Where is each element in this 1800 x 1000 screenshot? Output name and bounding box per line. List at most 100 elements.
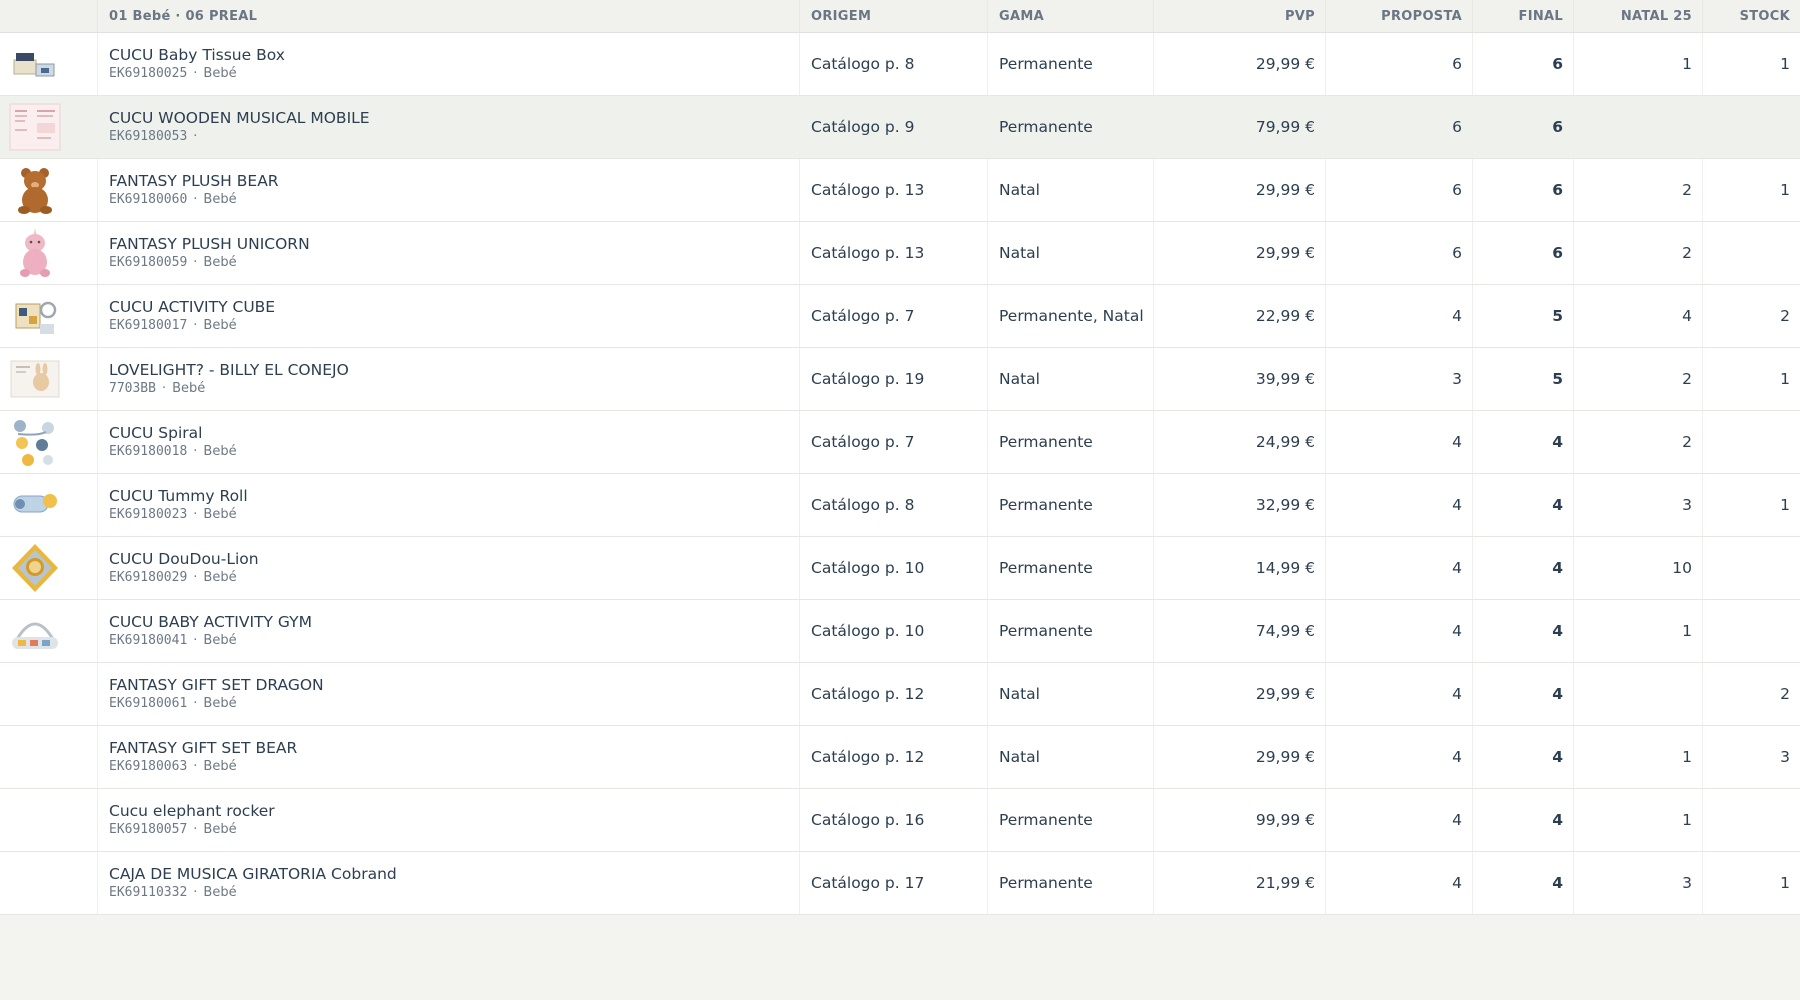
col-final-header[interactable]: FINAL	[1473, 0, 1574, 32]
product-category: Bebé	[203, 885, 237, 900]
natal-cell[interactable]: 2	[1574, 348, 1703, 410]
product-thumbnail	[0, 33, 98, 95]
table-row[interactable]: FANTASY GIFT SET BEAR EK69180063 · Bebé Catá…	[0, 726, 1800, 789]
proposta-cell: 4	[1326, 789, 1473, 851]
table-row[interactable]: LOVELIGHT? - BILLY EL CONEJO 7703BB · Bebé C…	[0, 348, 1800, 411]
final-cell[interactable]: 6	[1473, 33, 1574, 95]
product-name: CUCU Baby Tissue Box	[109, 46, 285, 64]
col-stock-header[interactable]: STOCK	[1703, 0, 1800, 32]
natal-cell[interactable]: 1	[1574, 600, 1703, 662]
product-code: 7703BB	[109, 381, 156, 396]
product-name: CUCU ACTIVITY CUBE	[109, 298, 276, 316]
col-origem-header[interactable]: ORIGEM	[800, 0, 988, 32]
product-cell[interactable]: CUCU BABY ACTIVITY GYM EK69180041 · Bebé	[98, 600, 800, 662]
table-row[interactable]: CUCU Tummy Roll EK69180023 · Bebé Catálogo p…	[0, 474, 1800, 537]
natal-cell[interactable]: 1	[1574, 33, 1703, 95]
stock-cell	[1703, 789, 1800, 851]
product-name: CUCU WOODEN MUSICAL MOBILE	[109, 109, 370, 127]
natal-cell[interactable]: 2	[1574, 159, 1703, 221]
product-cell[interactable]: FANTASY PLUSH UNICORN EK69180059 · Bebé	[98, 222, 800, 284]
product-thumbnail	[0, 789, 98, 851]
product-cell[interactable]: FANTASY GIFT SET BEAR EK69180063 · Bebé	[98, 726, 800, 788]
product-meta: EK69180023 · Bebé	[109, 506, 237, 523]
col-gama-header[interactable]: GAMA	[988, 0, 1154, 32]
product-code: EK69180017	[109, 318, 188, 333]
product-thumbnail	[0, 348, 98, 410]
final-cell[interactable]: 4	[1473, 474, 1574, 536]
table-row[interactable]: FANTASY PLUSH UNICORN EK69180059 · Bebé Catá…	[0, 222, 1800, 285]
pvp-cell: 29,99 €	[1154, 726, 1326, 788]
product-cell[interactable]: LOVELIGHT? - BILLY EL CONEJO 7703BB · Bebé	[98, 348, 800, 410]
natal-cell[interactable]: 3	[1574, 852, 1703, 914]
natal-cell[interactable]: 2	[1574, 411, 1703, 473]
product-code: EK69180063	[109, 759, 188, 774]
stock-cell: 1	[1780, 181, 1790, 199]
product-category: Bebé	[172, 381, 206, 396]
table-row[interactable]: CUCU DouDou-Lion EK69180029 · Bebé Catálogo …	[0, 537, 1800, 600]
stock-cell	[1703, 411, 1800, 473]
origem-cell: Catálogo p. 12	[800, 726, 988, 788]
final-cell[interactable]: 5	[1473, 348, 1574, 410]
proposta-cell: 4	[1326, 663, 1473, 725]
table-row[interactable]: CUCU Spiral EK69180018 · Bebé Catálogo p. 7P…	[0, 411, 1800, 474]
final-cell[interactable]: 4	[1473, 600, 1574, 662]
natal-cell[interactable]	[1574, 663, 1703, 725]
product-cell[interactable]: CUCU DouDou-Lion EK69180029 · Bebé	[98, 537, 800, 599]
origem-cell: Catálogo p. 10	[800, 600, 988, 662]
product-category: Bebé	[203, 66, 237, 81]
col-product-header[interactable]: 01 Bebé · 06 PREAL	[98, 0, 800, 32]
product-cell[interactable]: CUCU Spiral EK69180018 · Bebé	[98, 411, 800, 473]
pvp-cell: 99,99 €	[1154, 789, 1326, 851]
origem-cell: Catálogo p. 12	[800, 663, 988, 725]
final-cell[interactable]: 6	[1473, 159, 1574, 221]
natal-cell[interactable]: 1	[1574, 789, 1703, 851]
proposta-cell: 4	[1326, 411, 1473, 473]
product-cell[interactable]: CUCU ACTIVITY CUBE EK69180017 · Bebé	[98, 285, 800, 347]
product-code: EK69110332	[109, 885, 188, 900]
natal-cell[interactable]: 1	[1574, 726, 1703, 788]
natal-cell[interactable]: 10	[1574, 537, 1703, 599]
product-category: Bebé	[203, 255, 237, 270]
gama-cell: Natal	[988, 663, 1154, 725]
product-cell[interactable]: FANTASY PLUSH BEAR EK69180060 · Bebé	[98, 159, 800, 221]
product-cell[interactable]: CUCU Baby Tissue Box EK69180025 · Bebé	[98, 33, 800, 95]
product-cell[interactable]: CUCU Tummy Roll EK69180023 · Bebé	[98, 474, 800, 536]
table-row[interactable]: FANTASY GIFT SET DRAGON EK69180061 · Bebé Ca…	[0, 663, 1800, 726]
natal-cell[interactable]	[1574, 96, 1703, 158]
product-meta: EK69180060 · Bebé	[109, 191, 237, 208]
table-row[interactable]: CUCU BABY ACTIVITY GYM EK69180041 · Bebé Cat…	[0, 600, 1800, 663]
natal-cell[interactable]: 2	[1574, 222, 1703, 284]
product-cell[interactable]: FANTASY GIFT SET DRAGON EK69180061 · Bebé	[98, 663, 800, 725]
final-cell[interactable]: 4	[1473, 852, 1574, 914]
final-cell[interactable]: 4	[1473, 789, 1574, 851]
table-row[interactable]: FANTASY PLUSH BEAR EK69180060 · Bebé Catálog…	[0, 159, 1800, 222]
col-pvp-header[interactable]: PVP	[1154, 0, 1326, 32]
product-cell[interactable]: CAJA DE MUSICA GIRATORIA Cobrand EK691103…	[98, 852, 800, 914]
meta-separator: ·	[193, 255, 198, 270]
final-cell[interactable]: 5	[1473, 285, 1574, 347]
product-cell[interactable]: CUCU WOODEN MUSICAL MOBILE EK69180053 ·	[98, 96, 800, 158]
final-cell[interactable]: 4	[1473, 663, 1574, 725]
col-proposta-header[interactable]: PROPOSTA	[1326, 0, 1473, 32]
natal-cell[interactable]: 4	[1574, 285, 1703, 347]
final-cell[interactable]: 6	[1473, 222, 1574, 284]
final-cell[interactable]: 6	[1473, 96, 1574, 158]
product-cell[interactable]: Cucu elephant rocker EK69180057 · Bebé	[98, 789, 800, 851]
final-cell[interactable]: 4	[1473, 726, 1574, 788]
table-row[interactable]: CUCU ACTIVITY CUBE EK69180017 · Bebé Catálog…	[0, 285, 1800, 348]
final-cell[interactable]: 4	[1473, 537, 1574, 599]
col-natal-header[interactable]: NATAL 25	[1574, 0, 1703, 32]
product-name: CUCU DouDou-Lion	[109, 550, 259, 568]
table-row[interactable]: CAJA DE MUSICA GIRATORIA Cobrand EK691103…	[0, 852, 1800, 915]
proposta-cell: 3	[1326, 348, 1473, 410]
product-meta: EK69180059 · Bebé	[109, 254, 237, 271]
pvp-cell: 74,99 €	[1154, 600, 1326, 662]
product-name: CUCU Spiral	[109, 424, 203, 442]
final-cell[interactable]: 4	[1473, 411, 1574, 473]
natal-cell[interactable]: 3	[1574, 474, 1703, 536]
table-row[interactable]: CUCU WOODEN MUSICAL MOBILE EK69180053 · Cat…	[0, 96, 1800, 159]
table-row[interactable]: Cucu elephant rocker EK69180057 · Bebé Catál…	[0, 789, 1800, 852]
table-row[interactable]: CUCU Baby Tissue Box EK69180025 · Bebé Catál…	[0, 33, 1800, 96]
gama-cell: Natal	[988, 222, 1154, 284]
product-meta: EK69180017 · Bebé	[109, 317, 237, 334]
